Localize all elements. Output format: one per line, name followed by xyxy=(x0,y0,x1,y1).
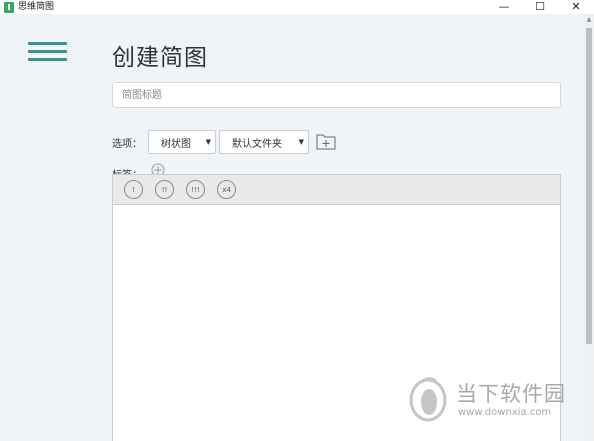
close-button[interactable]: ✕ xyxy=(558,0,594,14)
menu-icon-bar xyxy=(28,58,67,61)
window-controls: — ☐ ✕ xyxy=(486,0,594,14)
watermark-text: 当下软件园 xyxy=(456,382,566,406)
folder-value: 默认文件夹 xyxy=(232,138,282,150)
window-title: 思维简图 xyxy=(18,2,55,12)
watermark: 当下软件园 www.downxia.com xyxy=(408,376,578,426)
menu-icon-bar xyxy=(28,42,67,45)
diagram-title-input[interactable] xyxy=(112,82,561,108)
menu-icon[interactable] xyxy=(28,42,68,62)
page-title: 创建简图 xyxy=(112,45,208,71)
app-icon xyxy=(4,1,14,13)
dropdown-arrow-icon: ▼ xyxy=(298,138,304,146)
title-bar: 思维简图 — ☐ ✕ xyxy=(0,0,594,14)
folder-select[interactable]: 默认文件夹 ▼ xyxy=(219,130,309,154)
new-folder-icon[interactable] xyxy=(316,132,336,150)
diagram-type-value: 树状图 xyxy=(161,138,191,150)
scroll-up-icon[interactable]: ▲ xyxy=(584,14,594,26)
vertical-scrollbar[interactable]: ▲ xyxy=(584,14,594,441)
watermark-url: www.downxia.com xyxy=(458,407,552,418)
priority-2-icon[interactable]: !! xyxy=(155,180,174,199)
watermark-logo-icon xyxy=(408,376,448,422)
scroll-thumb[interactable] xyxy=(586,28,592,344)
dropdown-arrow-icon: ▼ xyxy=(205,138,211,146)
priority-x4-icon[interactable]: x4 xyxy=(217,180,236,199)
priority-1-icon[interactable]: ! xyxy=(124,180,143,199)
menu-icon-bar xyxy=(28,50,67,53)
maximize-button[interactable]: ☐ xyxy=(522,0,558,14)
editor-toolbar: ! !! !!! x4 xyxy=(113,175,560,205)
diagram-type-select[interactable]: 树状图 ▼ xyxy=(148,130,216,154)
options-label: 选项： xyxy=(112,139,142,150)
minimize-button[interactable]: — xyxy=(486,0,522,14)
priority-3-icon[interactable]: !!! xyxy=(186,180,205,199)
